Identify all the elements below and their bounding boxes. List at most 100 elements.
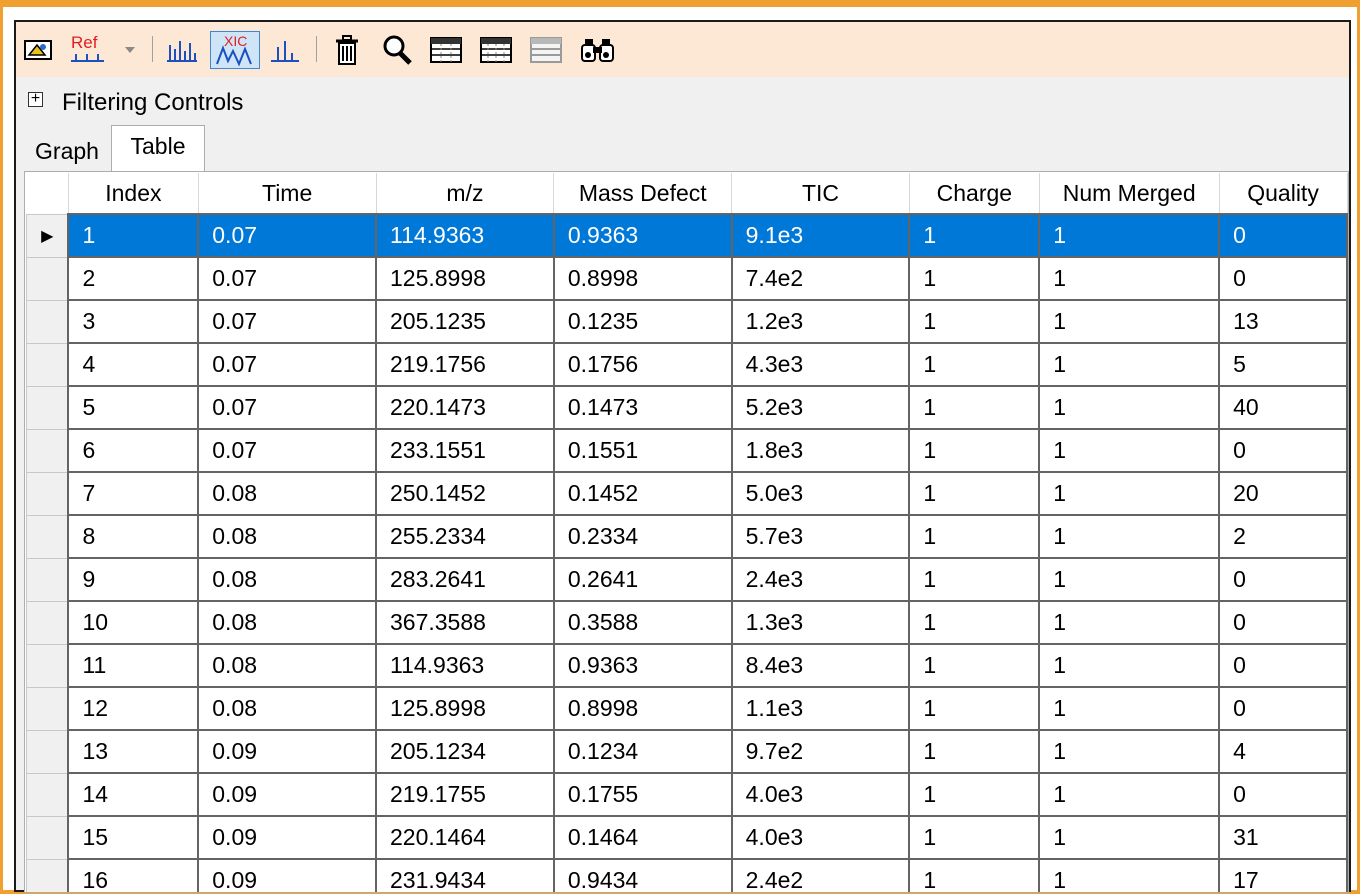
cell-index[interactable]: 16: [67, 858, 200, 892]
column-header-mz[interactable]: m/z: [376, 173, 555, 214]
table-row[interactable]: 7 0.08 250.1452 0.1452 5.0e3 1 1 20: [26, 471, 1348, 516]
cell-charge[interactable]: 1: [908, 385, 1041, 430]
table-row[interactable]: 13 0.09 205.1234 0.1234 9.7e2 1 1 4: [26, 729, 1348, 774]
cell-index[interactable]: 1: [67, 213, 200, 258]
cell-tic[interactable]: 4.0e3: [730, 815, 911, 860]
ref-dropdown[interactable]: [122, 31, 138, 69]
show-plot-button[interactable]: [22, 31, 54, 69]
table-row[interactable]: 2 0.07 125.8998 0.8998 7.4e2 1 1 0: [26, 256, 1348, 301]
table-view-button[interactable]: [428, 31, 464, 69]
cell-index[interactable]: 6: [67, 428, 200, 473]
row-header[interactable]: [26, 256, 69, 301]
cell-mz[interactable]: 114.9363: [375, 213, 555, 258]
cell-time[interactable]: 0.09: [197, 729, 377, 774]
table-row[interactable]: 11 0.08 114.9363 0.9363 8.4e3 1 1 0: [26, 643, 1348, 688]
cell-index[interactable]: 9: [67, 557, 200, 602]
cell-mz[interactable]: 250.1452: [375, 471, 555, 516]
table-row[interactable]: 16 0.09 231.9434 0.9434 2.4e2 1 1 17: [26, 858, 1348, 892]
table-row[interactable]: 8 0.08 255.2334 0.2334 5.7e3 1 1 2: [26, 514, 1348, 559]
table-row[interactable]: 10 0.08 367.3588 0.3588 1.3e3 1 1 0: [26, 600, 1348, 645]
cell-mass-defect[interactable]: 0.8998: [552, 686, 733, 731]
cell-tic[interactable]: 5.0e3: [730, 471, 911, 516]
cell-time[interactable]: 0.08: [197, 514, 377, 559]
row-header[interactable]: [26, 342, 69, 387]
cell-charge[interactable]: 1: [908, 514, 1041, 559]
cell-mz[interactable]: 283.2641: [375, 557, 555, 602]
cell-num-merged[interactable]: 1: [1038, 729, 1221, 774]
cell-mass-defect[interactable]: 0.9363: [552, 213, 733, 258]
row-header[interactable]: [26, 686, 69, 731]
cell-mass-defect[interactable]: 0.1464: [552, 815, 733, 860]
row-header[interactable]: [26, 729, 69, 774]
row-header[interactable]: [26, 815, 69, 860]
table-alt-button[interactable]: [478, 31, 514, 69]
cell-index[interactable]: 14: [67, 772, 200, 817]
cell-time[interactable]: 0.08: [197, 686, 377, 731]
cell-mass-defect[interactable]: 0.1235: [552, 299, 733, 344]
cell-time[interactable]: 0.09: [197, 772, 377, 817]
cell-num-merged[interactable]: 1: [1038, 600, 1221, 645]
column-header-time[interactable]: Time: [198, 173, 377, 214]
cell-num-merged[interactable]: 1: [1038, 471, 1221, 516]
cell-charge[interactable]: 1: [908, 213, 1041, 258]
cell-time[interactable]: 0.07: [197, 256, 377, 301]
cell-quality[interactable]: 0: [1218, 772, 1348, 817]
table-row[interactable]: ▶ 1 0.07 114.9363 0.9363 9.1e3 1 1 0: [26, 213, 1348, 258]
cell-quality[interactable]: 0: [1218, 686, 1348, 731]
row-header[interactable]: [26, 600, 69, 645]
cell-tic[interactable]: 4.3e3: [730, 342, 911, 387]
zoom-button[interactable]: [380, 31, 414, 69]
reference-button[interactable]: Ref: [68, 31, 108, 69]
cell-time[interactable]: 0.09: [197, 858, 377, 892]
cell-num-merged[interactable]: 1: [1038, 428, 1221, 473]
table-gray-button[interactable]: [528, 31, 564, 69]
cell-quality[interactable]: 13: [1218, 299, 1348, 344]
cell-num-merged[interactable]: 1: [1038, 256, 1221, 301]
table-row[interactable]: 9 0.08 283.2641 0.2641 2.4e3 1 1 0: [26, 557, 1348, 602]
cell-mz[interactable]: 220.1473: [375, 385, 555, 430]
cell-time[interactable]: 0.08: [197, 557, 377, 602]
delete-button[interactable]: [331, 31, 363, 69]
cell-num-merged[interactable]: 1: [1038, 686, 1221, 731]
cell-tic[interactable]: 4.0e3: [730, 772, 911, 817]
cell-mz[interactable]: 219.1755: [375, 772, 555, 817]
cell-tic[interactable]: 1.8e3: [730, 428, 911, 473]
filtering-controls-label[interactable]: Filtering Controls: [62, 89, 243, 117]
cell-index[interactable]: 12: [67, 686, 200, 731]
cell-mass-defect[interactable]: 0.9363: [552, 643, 733, 688]
cell-mass-defect[interactable]: 0.1551: [552, 428, 733, 473]
cell-charge[interactable]: 1: [908, 299, 1041, 344]
cell-num-merged[interactable]: 1: [1038, 342, 1221, 387]
row-header[interactable]: [26, 428, 69, 473]
cell-index[interactable]: 3: [67, 299, 200, 344]
cell-tic[interactable]: 2.4e2: [730, 858, 911, 892]
row-header[interactable]: [26, 514, 69, 559]
cell-tic[interactable]: 8.4e3: [730, 643, 911, 688]
table-row[interactable]: 6 0.07 233.1551 0.1551 1.8e3 1 1 0: [26, 428, 1348, 473]
cell-num-merged[interactable]: 1: [1038, 213, 1221, 258]
cell-quality[interactable]: 0: [1218, 557, 1348, 602]
cell-time[interactable]: 0.09: [197, 815, 377, 860]
cell-time[interactable]: 0.08: [197, 471, 377, 516]
cell-num-merged[interactable]: 1: [1038, 385, 1221, 430]
cell-num-merged[interactable]: 1: [1038, 815, 1221, 860]
cell-mz[interactable]: 125.8998: [375, 686, 555, 731]
cell-charge[interactable]: 1: [908, 643, 1041, 688]
row-header[interactable]: [26, 772, 69, 817]
cell-charge[interactable]: 1: [908, 600, 1041, 645]
cell-quality[interactable]: 40: [1218, 385, 1348, 430]
cell-tic[interactable]: 1.3e3: [730, 600, 911, 645]
cell-tic[interactable]: 9.7e2: [730, 729, 911, 774]
table-row[interactable]: 12 0.08 125.8998 0.8998 1.1e3 1 1 0: [26, 686, 1348, 731]
cell-charge[interactable]: 1: [908, 471, 1041, 516]
cell-index[interactable]: 4: [67, 342, 200, 387]
xic-button[interactable]: XIC: [210, 31, 260, 69]
cell-quality[interactable]: 5: [1218, 342, 1348, 387]
cell-mass-defect[interactable]: 0.9434: [552, 858, 733, 892]
cell-tic[interactable]: 9.1e3: [730, 213, 911, 258]
row-header[interactable]: ▶: [26, 213, 69, 258]
cell-mz[interactable]: 114.9363: [375, 643, 555, 688]
cell-tic[interactable]: 1.2e3: [730, 299, 911, 344]
row-header[interactable]: [26, 385, 69, 430]
cell-index[interactable]: 5: [67, 385, 200, 430]
